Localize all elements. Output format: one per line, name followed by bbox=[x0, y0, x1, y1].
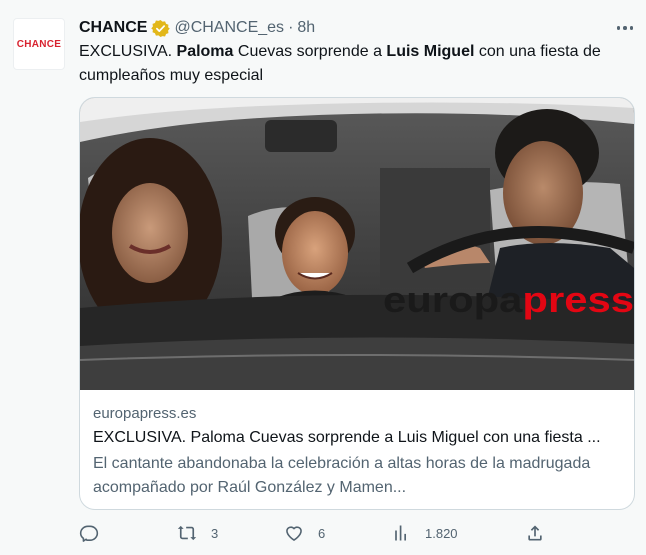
tweet-text-part: EXCLUSIVA. bbox=[79, 43, 177, 60]
views-count: 1.820 bbox=[425, 525, 458, 541]
views-button[interactable]: 1.820 bbox=[391, 521, 458, 545]
reply-icon bbox=[79, 525, 99, 542]
more-dot bbox=[629, 26, 634, 30]
like-button[interactable]: 6 bbox=[284, 521, 325, 545]
retweet-icon bbox=[177, 525, 197, 541]
card-domain: europapress.es bbox=[93, 405, 197, 422]
tweet-text-bold-name: Paloma bbox=[176, 43, 234, 60]
retweet-button[interactable]: 3 bbox=[177, 521, 218, 545]
tweet-text-bold-name: Luis Miguel bbox=[386, 43, 475, 60]
author-handle[interactable]: @CHANCE_es bbox=[174, 19, 284, 37]
retweet-count: 3 bbox=[211, 525, 219, 541]
tweet-header: CHANCE @CHANCE_es · 8h bbox=[79, 17, 586, 39]
card-title: EXCLUSIVA. Paloma Cuevas sorprende a Lui… bbox=[93, 429, 601, 446]
more-dot bbox=[623, 26, 627, 30]
tweet-timestamp[interactable]: 8h bbox=[297, 19, 315, 37]
verified-badge-icon[interactable] bbox=[151, 19, 171, 38]
more-options-icon[interactable] bbox=[612, 18, 638, 38]
avatar-logo-text: CHANCE bbox=[16, 38, 62, 50]
views-icon bbox=[395, 525, 406, 541]
separator-dot: · bbox=[288, 19, 294, 36]
avatar[interactable]: CHANCE bbox=[13, 18, 65, 70]
tweet-actions: 3 6 1.820 bbox=[79, 521, 559, 545]
reply-button[interactable] bbox=[79, 521, 113, 545]
link-preview-card[interactable]: europa press europapress.es EXCLUSIVA. Pa… bbox=[79, 97, 635, 510]
like-count: 6 bbox=[318, 525, 326, 541]
tweet-text: EXCLUSIVA. Paloma Cuevas sorprende a Lui… bbox=[79, 40, 631, 88]
card-text: europapress.es EXCLUSIVA. Paloma Cuevas … bbox=[93, 404, 623, 500]
card-description: El cantante abandonaba la celebración a … bbox=[93, 455, 591, 496]
card-photo: europa press bbox=[80, 98, 634, 390]
more-dot bbox=[616, 26, 621, 30]
share-icon bbox=[528, 525, 542, 541]
image-watermark: europa press bbox=[383, 279, 634, 320]
heart-icon bbox=[286, 526, 302, 541]
tweet-text-part: Cuevas sorprende a bbox=[233, 43, 387, 60]
share-button[interactable] bbox=[525, 521, 559, 545]
author-name[interactable]: CHANCE bbox=[79, 19, 147, 37]
